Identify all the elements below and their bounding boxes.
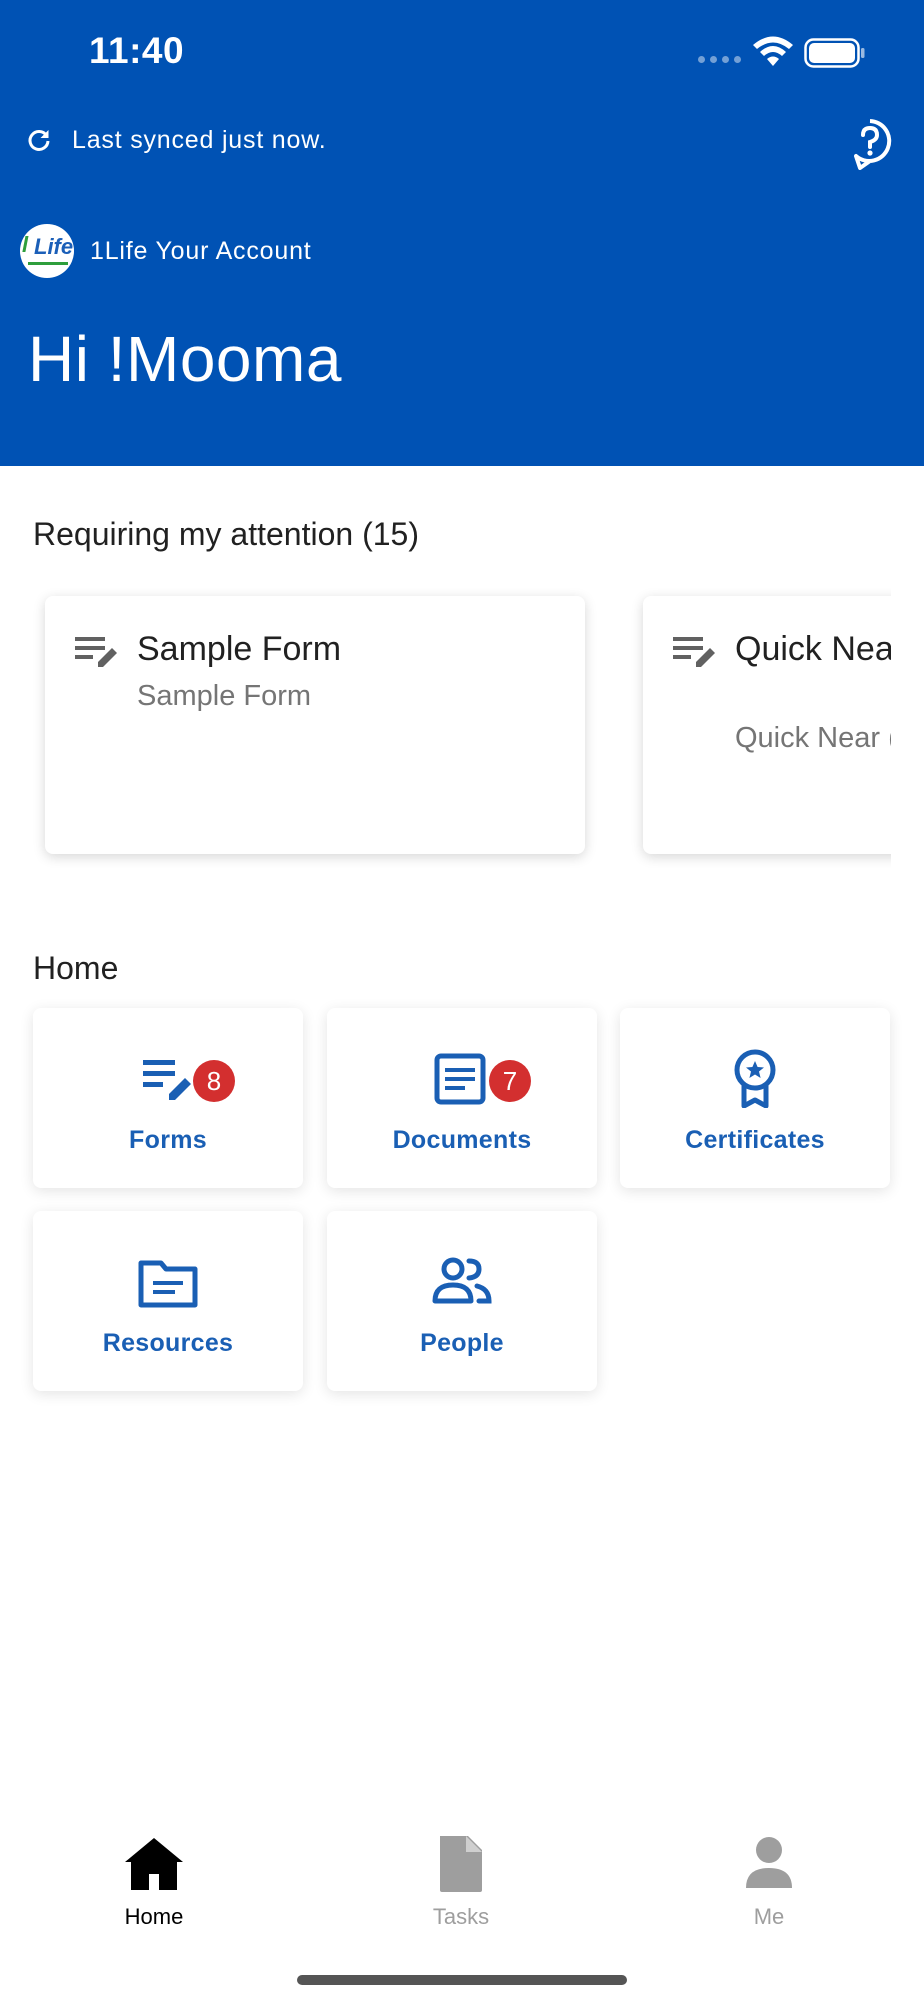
nav-me[interactable]: Me bbox=[689, 1810, 849, 1929]
tile-label: Documents bbox=[392, 1126, 532, 1154]
home-indicator[interactable] bbox=[297, 1975, 627, 1985]
documents-icon bbox=[434, 1053, 486, 1105]
bottom-navigation: Home Tasks Me bbox=[0, 1810, 924, 2000]
forms-badge: 8 bbox=[193, 1060, 235, 1102]
help-icon[interactable] bbox=[846, 118, 894, 170]
app-header: 11:40 Last synced just now. l Life 1Life… bbox=[0, 0, 924, 466]
card-title: Sample Form bbox=[137, 630, 342, 668]
wifi-icon bbox=[753, 36, 793, 66]
nav-label: Tasks bbox=[432, 1904, 490, 1929]
tile-certificates[interactable]: Certificates bbox=[620, 1008, 890, 1188]
tile-documents[interactable]: 7 Documents bbox=[327, 1008, 597, 1188]
nav-tasks[interactable]: Tasks bbox=[381, 1810, 541, 1929]
status-time: 11:40 bbox=[89, 30, 185, 71]
attention-section-title: Requiring my attention (15) bbox=[33, 516, 419, 552]
account-name: 1Life Your Account bbox=[90, 236, 312, 265]
attention-card[interactable]: Sample Form Sample Form bbox=[45, 596, 585, 854]
tile-label: Forms bbox=[129, 1126, 207, 1154]
nav-label: Home bbox=[124, 1904, 184, 1929]
refresh-icon bbox=[28, 129, 50, 151]
card-subtitle: Quick Near (seb) bbox=[735, 722, 891, 754]
greeting: Hi !Mooma bbox=[28, 323, 342, 395]
sync-status[interactable]: Last synced just now. bbox=[26, 126, 326, 155]
nav-home[interactable]: Home bbox=[74, 1810, 234, 1929]
person-icon bbox=[746, 1837, 792, 1888]
tile-label: Certificates bbox=[685, 1126, 825, 1154]
home-icon bbox=[125, 1838, 183, 1890]
form-edit-icon bbox=[673, 637, 715, 667]
attention-card[interactable]: Quick Near Miss W's (seb) Quick Near (se… bbox=[643, 596, 891, 854]
attention-carousel[interactable]: Sample Form Sample Form Quick Near Miss … bbox=[33, 588, 891, 868]
tile-forms[interactable]: 8 Forms bbox=[33, 1008, 303, 1188]
battery-icon bbox=[804, 38, 865, 68]
card-title: Quick Near Miss W's (seb) bbox=[735, 630, 891, 668]
documents-badge: 7 bbox=[489, 1060, 531, 1102]
tile-label: Resources bbox=[102, 1329, 234, 1357]
account-switcher[interactable]: l Life 1Life Your Account bbox=[20, 224, 312, 278]
home-section-title: Home bbox=[33, 950, 119, 986]
form-edit-icon bbox=[75, 637, 117, 667]
account-logo: l Life bbox=[20, 224, 74, 278]
tile-label: People bbox=[420, 1329, 504, 1357]
card-subtitle: Sample Form bbox=[137, 680, 312, 712]
people-icon bbox=[432, 1257, 492, 1304]
certificate-icon bbox=[734, 1049, 776, 1108]
tile-people[interactable]: People bbox=[327, 1211, 597, 1391]
cellular-signal-icon bbox=[698, 56, 741, 63]
folder-icon bbox=[138, 1260, 198, 1308]
document-icon bbox=[440, 1836, 482, 1892]
forms-icon bbox=[143, 1060, 191, 1100]
nav-label: Me bbox=[753, 1904, 785, 1929]
sync-text: Last synced just now. bbox=[72, 126, 327, 154]
tile-resources[interactable]: Resources bbox=[33, 1211, 303, 1391]
